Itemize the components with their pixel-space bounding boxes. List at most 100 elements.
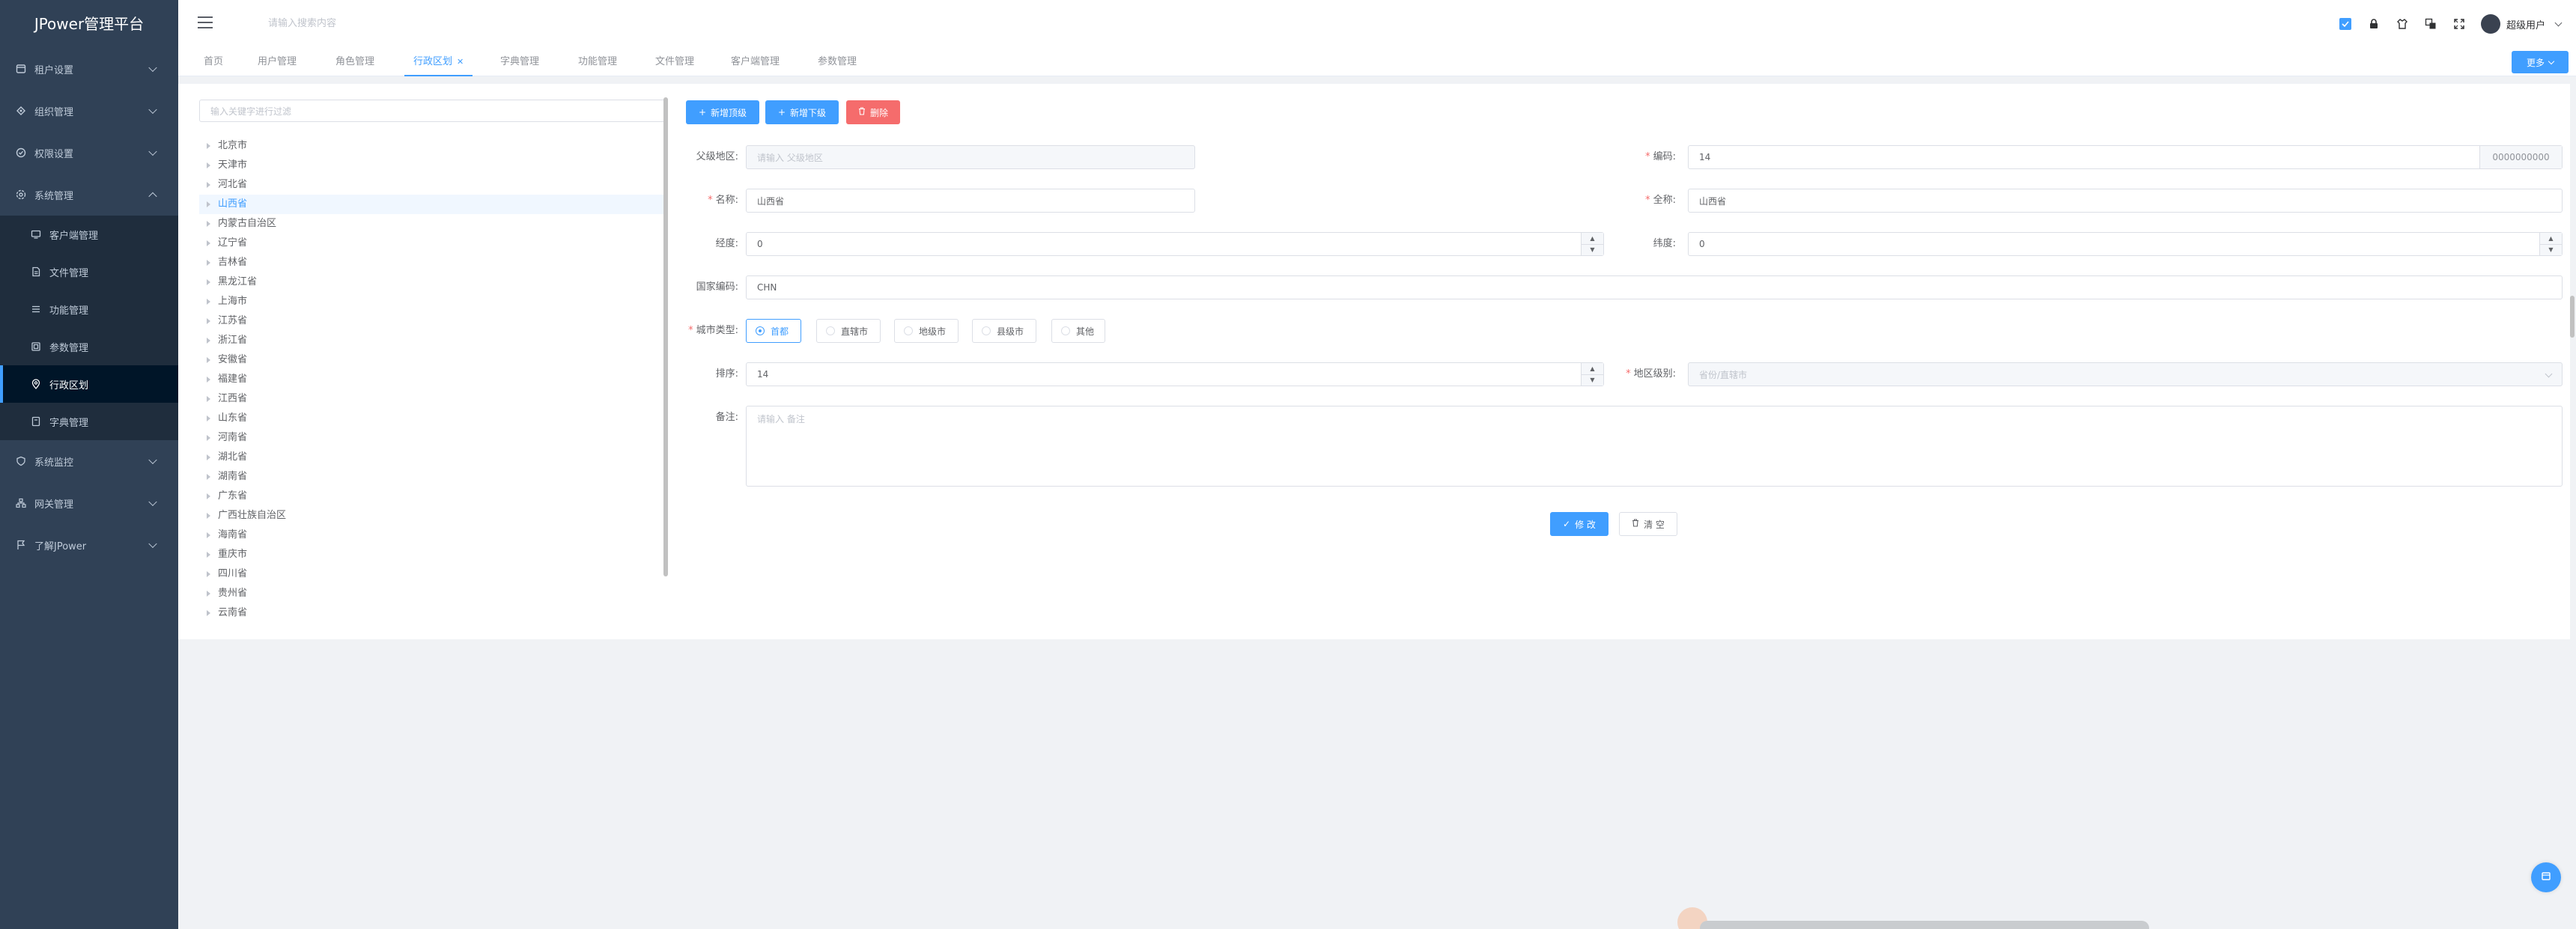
tree-node[interactable]: 北京市 bbox=[199, 136, 666, 156]
caret-right-icon[interactable] bbox=[207, 473, 210, 480]
sidebar-item-system[interactable]: 系统管理 bbox=[0, 174, 178, 216]
city-type-county[interactable]: 县级市 bbox=[972, 319, 1036, 343]
caret-right-icon[interactable] bbox=[207, 590, 210, 597]
submit-button[interactable]: ✓ 修 改 bbox=[1550, 512, 1609, 536]
sidebar-item-org[interactable]: 组织管理 bbox=[0, 90, 178, 132]
caret-right-icon[interactable] bbox=[207, 142, 210, 149]
tree-node[interactable]: 云南省 bbox=[199, 603, 666, 623]
caret-right-icon[interactable] bbox=[207, 376, 210, 383]
tab-home[interactable]: 首页 bbox=[204, 54, 223, 70]
tab-client[interactable]: 客户端管理 bbox=[731, 54, 780, 70]
caret-right-icon[interactable] bbox=[207, 317, 210, 324]
sidebar-item-monitor[interactable]: 系统监控 bbox=[0, 440, 178, 482]
sidebar-item-file[interactable]: 文件管理 bbox=[0, 253, 178, 290]
hamburger-icon[interactable] bbox=[198, 16, 213, 28]
lng-stepper[interactable]: ▲ ▼ bbox=[1581, 233, 1603, 255]
tree-node[interactable]: 湖北省 bbox=[199, 448, 666, 467]
lat-stepper[interactable]: ▲ ▼ bbox=[2539, 233, 2562, 255]
tree-node[interactable]: 上海市 bbox=[199, 292, 666, 311]
sort-field[interactable]: 14 ▲ ▼ bbox=[746, 362, 1604, 386]
city-type-municipality[interactable]: 直辖市 bbox=[816, 319, 881, 343]
tree-node[interactable]: 河北省 bbox=[199, 175, 666, 195]
tree-node[interactable]: 重庆市 bbox=[199, 545, 666, 564]
caret-right-icon[interactable] bbox=[207, 298, 210, 305]
decrease-icon[interactable]: ▼ bbox=[2540, 245, 2562, 256]
caret-right-icon[interactable] bbox=[207, 337, 210, 344]
translate-icon[interactable] bbox=[2424, 17, 2437, 31]
user-menu[interactable]: 超级用户 bbox=[2480, 14, 2563, 34]
tree-node[interactable]: 山东省 bbox=[199, 409, 666, 428]
caret-right-icon[interactable] bbox=[207, 201, 210, 207]
sidebar-item-region[interactable]: 行政区划 bbox=[0, 365, 178, 403]
tab-function[interactable]: 功能管理 bbox=[578, 54, 617, 70]
search-input[interactable]: 请输入搜索内容 bbox=[268, 15, 538, 33]
tree-node[interactable]: 浙江省 bbox=[199, 331, 666, 350]
tree-node[interactable]: 贵州省 bbox=[199, 584, 666, 603]
sidebar-item-gateway[interactable]: 网关管理 bbox=[0, 482, 178, 524]
caret-right-icon[interactable] bbox=[207, 493, 210, 499]
sidebar-item-permission[interactable]: 权限设置 bbox=[0, 132, 178, 174]
sidebar-item-client[interactable]: 客户端管理 bbox=[0, 216, 178, 253]
name-field[interactable]: 山西省 bbox=[746, 189, 1195, 213]
caret-right-icon[interactable] bbox=[207, 356, 210, 363]
sort-stepper[interactable]: ▲ ▼ bbox=[1581, 363, 1603, 386]
caret-right-icon[interactable] bbox=[207, 415, 210, 421]
caret-right-icon[interactable] bbox=[207, 512, 210, 519]
lng-field[interactable]: 0 ▲ ▼ bbox=[746, 232, 1604, 256]
add-top-button[interactable]: + 新增顶级 bbox=[686, 100, 759, 124]
page-scrollbar[interactable] bbox=[2570, 296, 2575, 338]
increase-icon[interactable]: ▲ bbox=[1582, 233, 1603, 245]
lock-icon[interactable] bbox=[2367, 17, 2381, 31]
increase-icon[interactable]: ▲ bbox=[1582, 363, 1603, 375]
city-type-capital[interactable]: 首都 bbox=[746, 319, 801, 343]
sidebar-item-dict[interactable]: 字典管理 bbox=[0, 403, 178, 440]
tree-node[interactable]: 湖南省 bbox=[199, 467, 666, 487]
decrease-icon[interactable]: ▼ bbox=[1582, 375, 1603, 386]
fullscreen-icon[interactable] bbox=[2452, 17, 2466, 31]
sidebar-item-param[interactable]: 参数管理 bbox=[0, 328, 178, 365]
fullname-field[interactable]: 山西省 bbox=[1688, 189, 2563, 213]
theme-icon[interactable] bbox=[2396, 17, 2409, 31]
tab-user[interactable]: 用户管理 bbox=[258, 54, 297, 70]
caret-right-icon[interactable] bbox=[207, 531, 210, 538]
city-type-other[interactable]: 其他 bbox=[1051, 319, 1105, 343]
tree-scrollbar[interactable] bbox=[663, 97, 668, 576]
tab-file[interactable]: 文件管理 bbox=[655, 54, 694, 70]
tree-node[interactable]: 安徽省 bbox=[199, 350, 666, 370]
add-child-button[interactable]: + 新增下级 bbox=[765, 100, 839, 124]
tree-node[interactable]: 吉林省 bbox=[199, 253, 666, 272]
more-button[interactable]: 更多 bbox=[2512, 51, 2569, 73]
clear-button[interactable]: 清 空 bbox=[1619, 512, 1677, 536]
caret-right-icon[interactable] bbox=[207, 395, 210, 402]
caret-right-icon[interactable] bbox=[207, 240, 210, 246]
caret-right-icon[interactable] bbox=[207, 609, 210, 616]
sidebar-item-about[interactable]: 了解JPower bbox=[0, 524, 178, 566]
caret-right-icon[interactable] bbox=[207, 570, 210, 577]
tree-node[interactable]: 广东省 bbox=[199, 487, 666, 506]
caret-right-icon[interactable] bbox=[207, 454, 210, 460]
tree-node[interactable]: 内蒙古自治区 bbox=[199, 214, 666, 234]
tab-role[interactable]: 角色管理 bbox=[335, 54, 374, 70]
country-field[interactable]: CHN bbox=[746, 275, 2563, 299]
remark-textarea[interactable]: 请输入 备注 bbox=[746, 406, 2563, 487]
sidebar-item-function[interactable]: 功能管理 bbox=[0, 290, 178, 328]
tree-node[interactable]: 江苏省 bbox=[199, 311, 666, 331]
tree-node[interactable]: 福建省 bbox=[199, 370, 666, 389]
tree-node[interactable]: 辽宁省 bbox=[199, 234, 666, 253]
code-field[interactable]: 14 0000000000 bbox=[1688, 145, 2563, 169]
delete-button[interactable]: 删除 bbox=[846, 100, 900, 124]
tree-filter-input[interactable]: 输入关键字进行过滤 bbox=[199, 100, 666, 122]
lat-field[interactable]: 0 ▲ ▼ bbox=[1688, 232, 2563, 256]
city-type-prefecture[interactable]: 地级市 bbox=[894, 319, 959, 343]
tab-param[interactable]: 参数管理 bbox=[818, 54, 857, 70]
tab-dict[interactable]: 字典管理 bbox=[500, 54, 539, 70]
caret-right-icon[interactable] bbox=[207, 551, 210, 558]
tree-node[interactable]: 广西壮族自治区 bbox=[199, 506, 666, 526]
message-icon[interactable] bbox=[2339, 17, 2352, 31]
decrease-icon[interactable]: ▼ bbox=[1582, 245, 1603, 256]
increase-icon[interactable]: ▲ bbox=[2540, 233, 2562, 245]
caret-right-icon[interactable] bbox=[207, 259, 210, 266]
tree-node[interactable]: 海南省 bbox=[199, 526, 666, 545]
level-select[interactable]: 省份/直辖市 bbox=[1688, 362, 2563, 386]
tree-node[interactable]: 江西省 bbox=[199, 389, 666, 409]
